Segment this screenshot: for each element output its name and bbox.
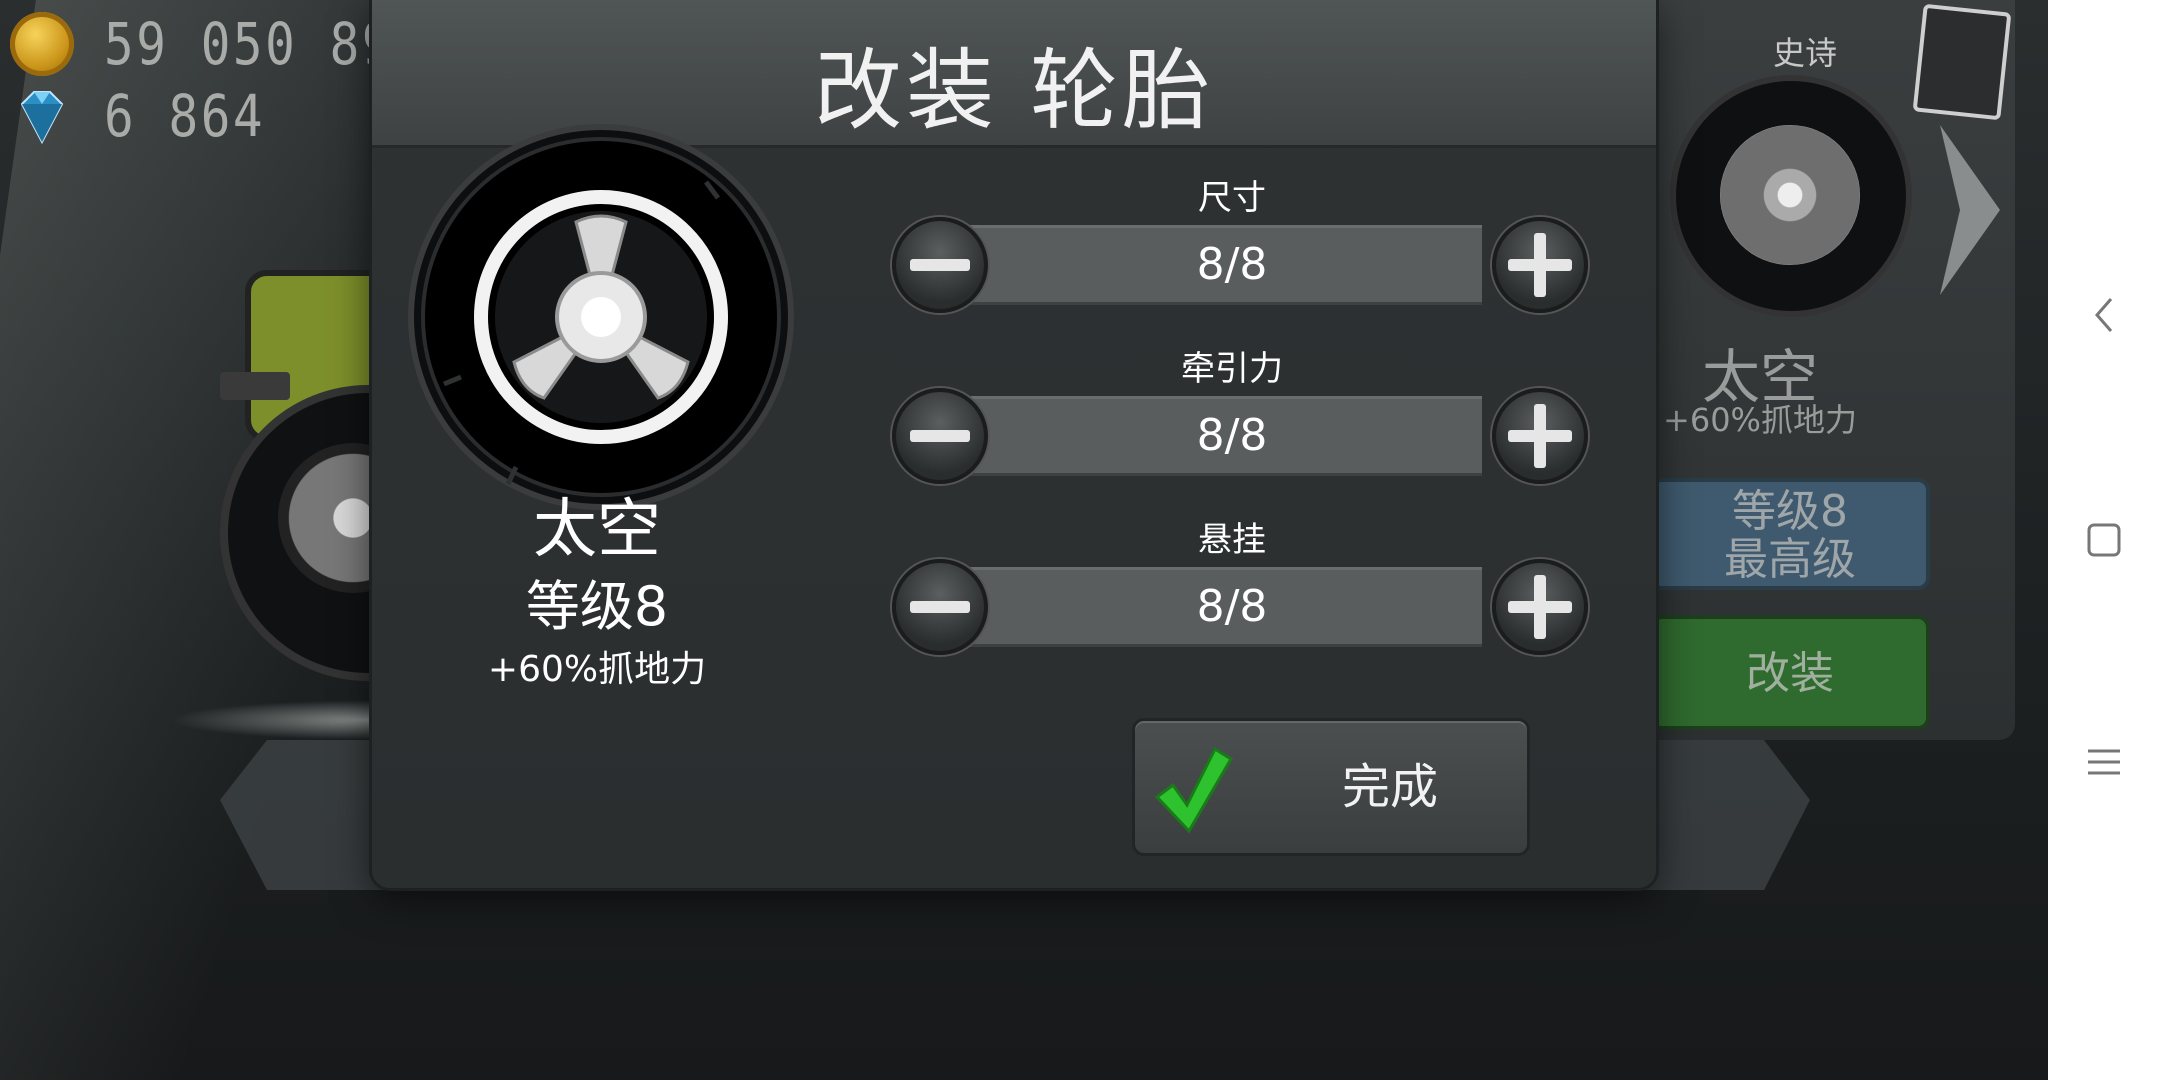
rarity-label: 史诗 <box>1772 34 1837 72</box>
system-nav-bar <box>2048 0 2160 1080</box>
stat-row-suspension: 悬挂 8/8 <box>892 512 1592 662</box>
minus-icon <box>910 430 970 442</box>
stat-label: 悬挂 <box>1198 520 1266 560</box>
stat-label: 尺寸 <box>1198 178 1266 218</box>
menu-icon[interactable] <box>2074 732 2134 792</box>
stat-row-traction: 牵引力 8/8 <box>892 341 1592 491</box>
decrease-suspension-button[interactable] <box>892 559 988 655</box>
card-tire-bonus: +60%抓地力 <box>1663 401 1857 439</box>
gem-amount: 6 864 <box>104 82 266 150</box>
gem-counter: 6 864 <box>10 82 294 150</box>
tire-icon <box>406 122 796 512</box>
diamond-icon <box>10 84 74 148</box>
stat-value: 8/8 <box>1196 410 1268 461</box>
card-icon[interactable] <box>1912 3 2012 121</box>
level-badge: 等级8 最高级 <box>1650 478 1930 590</box>
check-icon <box>1154 746 1233 834</box>
stat-row-size: 尺寸 8/8 <box>892 170 1592 320</box>
plus-icon <box>1508 404 1572 468</box>
vehicle-bumper <box>220 372 290 400</box>
done-label: 完成 <box>1341 759 1438 815</box>
level-text: 等级8 <box>1732 486 1848 537</box>
minus-icon <box>910 601 970 613</box>
tire-name: 太空 <box>533 493 661 567</box>
increase-size-button[interactable] <box>1492 217 1588 313</box>
max-level-text: 最高级 <box>1724 534 1856 585</box>
decrease-size-button[interactable] <box>892 217 988 313</box>
increase-suspension-button[interactable] <box>1492 559 1588 655</box>
modify-tire-dialog: 改装 轮胎 太空 等级8 +60%抓地力 尺寸 8/8 牵引力 8/8 悬挂 8… <box>372 0 1656 888</box>
stat-value: 8/8 <box>1196 239 1268 290</box>
plus-icon <box>1508 575 1572 639</box>
hub-icon <box>1720 125 1860 265</box>
stat-value: 8/8 <box>1196 581 1268 632</box>
tire-bonus: +60%抓地力 <box>487 649 707 690</box>
next-arrow-icon[interactable] <box>1935 125 2005 295</box>
game-scene: 59 050 890 6 864 史诗 太空 +60%抓地力 等级8 最高级 改… <box>0 0 2048 1080</box>
stat-label: 牵引力 <box>1181 349 1283 389</box>
back-icon[interactable] <box>2074 285 2134 345</box>
minus-icon <box>910 259 970 271</box>
plus-icon <box>1508 233 1572 297</box>
increase-traction-button[interactable] <box>1492 388 1588 484</box>
home-icon[interactable] <box>2074 510 2134 570</box>
tire-level: 等级8 <box>525 575 669 638</box>
coin-icon <box>10 12 74 76</box>
done-button[interactable]: 完成 <box>1132 718 1530 856</box>
decrease-traction-button[interactable] <box>892 388 988 484</box>
modify-button[interactable]: 改装 <box>1650 615 1930 730</box>
